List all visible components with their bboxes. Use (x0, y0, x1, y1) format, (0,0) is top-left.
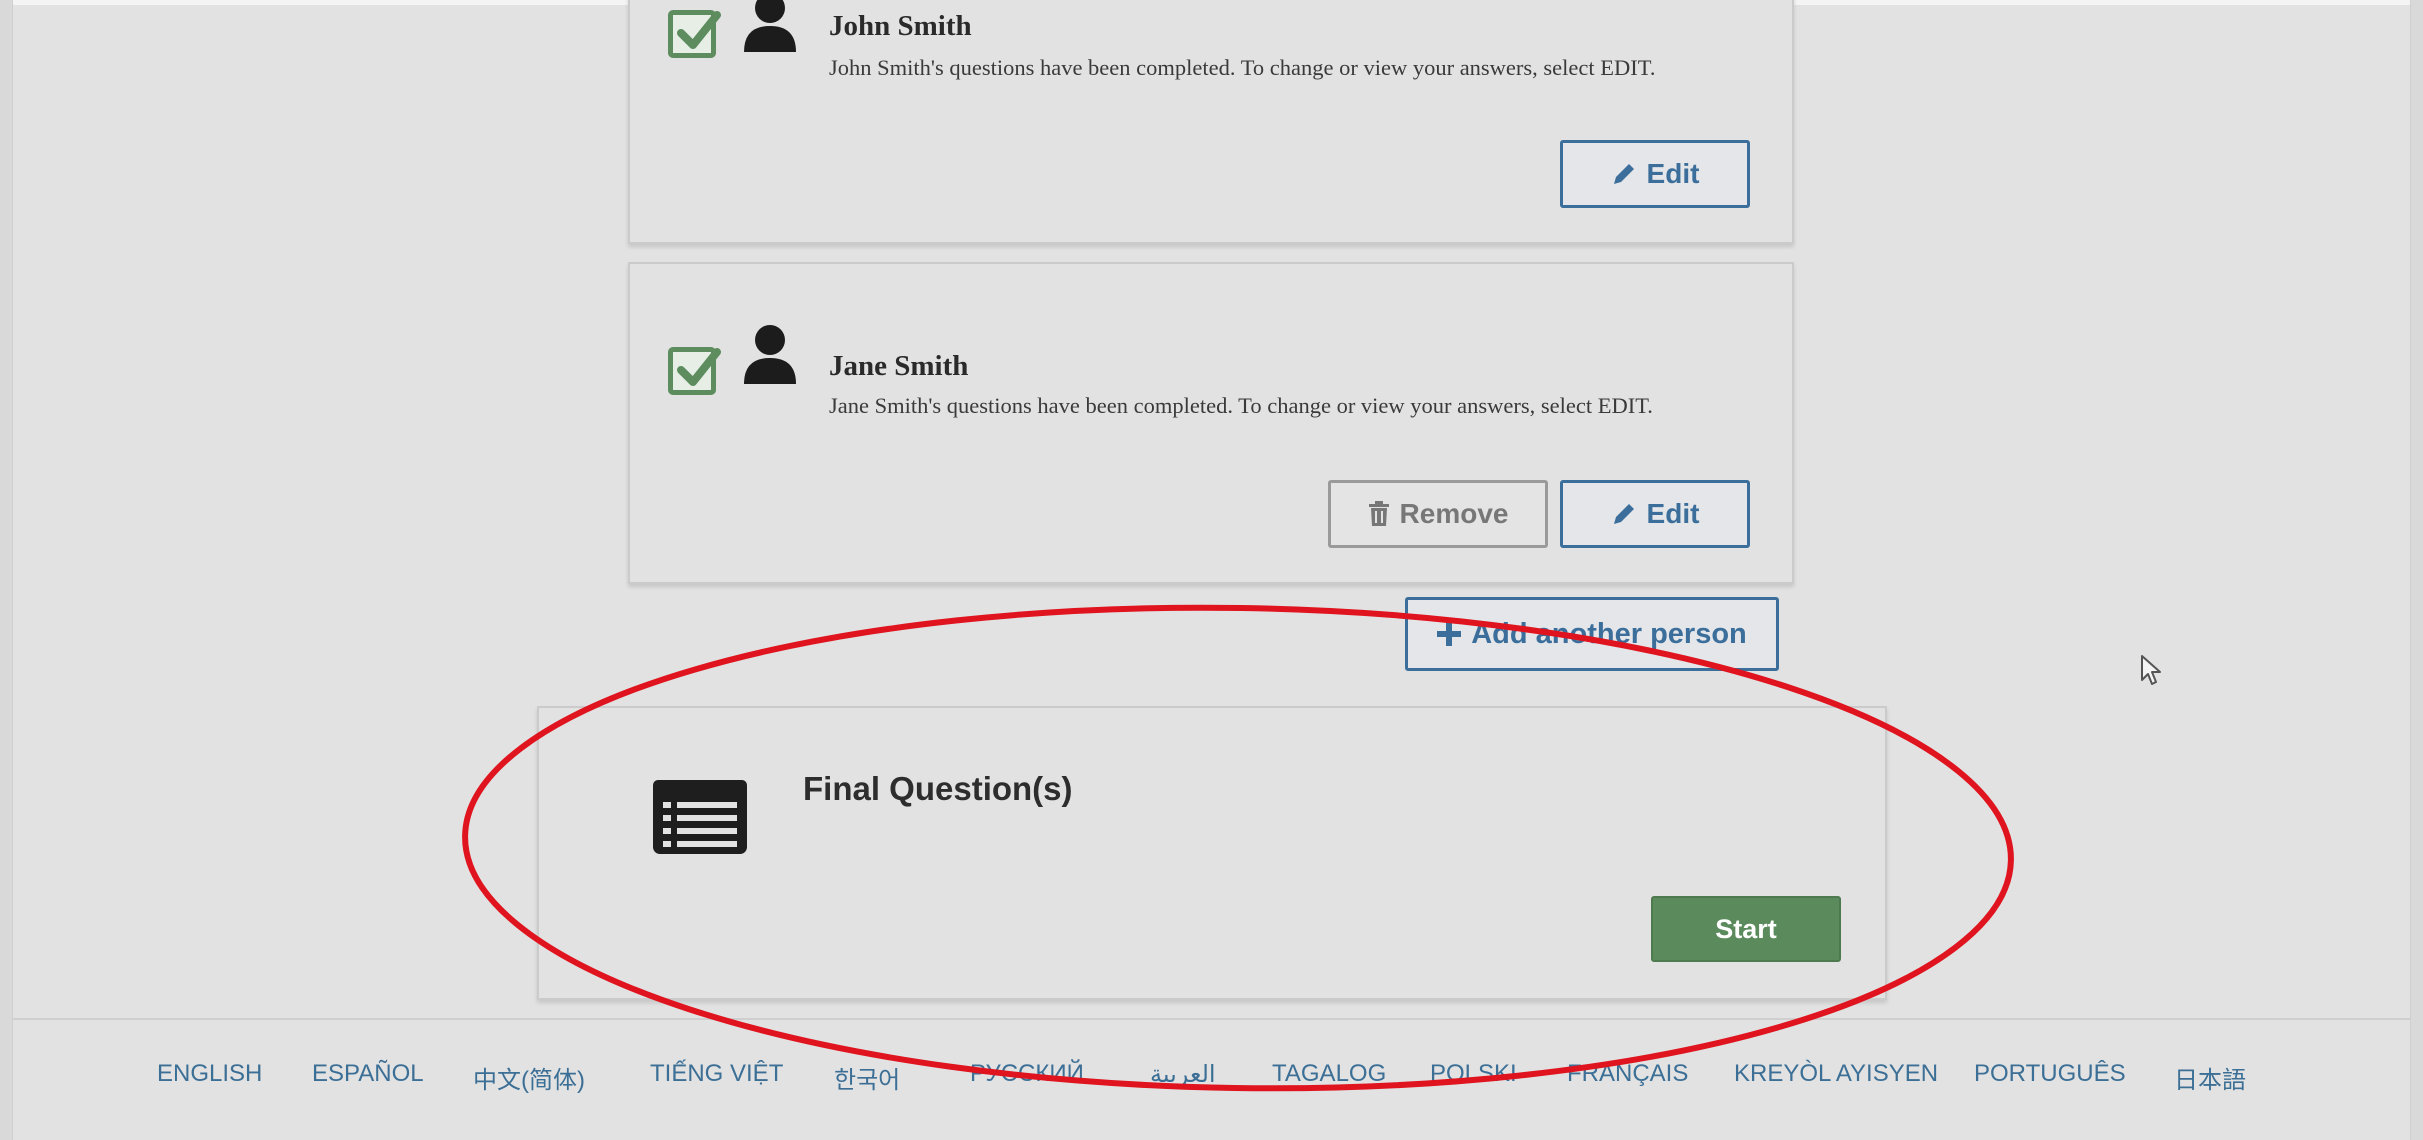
add-another-person-button[interactable]: Add another person (1405, 597, 1779, 671)
language-link-japanese[interactable]: 日本語 (2174, 1060, 2246, 1095)
person-name: John Smith (829, 10, 972, 42)
left-page-gutter (0, 0, 13, 1140)
language-link-russian[interactable]: РУССКИЙ (970, 1060, 1084, 1088)
language-link-francais[interactable]: FRANÇAIS (1567, 1060, 1688, 1088)
person-name: Jane Smith (829, 350, 969, 382)
pencil-icon (1611, 161, 1637, 187)
language-link-tagalog[interactable]: TAGALOG (1272, 1060, 1386, 1088)
language-link-english[interactable]: ENGLISH (157, 1060, 262, 1088)
language-link-portugues[interactable]: PORTUGUÊS (1974, 1060, 2126, 1088)
checkbox-checked-icon (668, 10, 721, 58)
remove-label: Remove (1399, 498, 1509, 529)
edit-label: Edit (1646, 158, 1700, 189)
remove-button[interactable]: Remove (1328, 480, 1548, 548)
trash-icon (1368, 501, 1390, 527)
footer-divider (12, 1018, 2411, 1020)
language-link-polski[interactable]: POLSKI (1430, 1060, 1517, 1088)
start-button[interactable]: Start (1651, 896, 1841, 962)
edit-label: Edit (1646, 498, 1700, 529)
person-status-text: John Smith's questions have been complet… (829, 55, 1656, 80)
list-icon (653, 780, 747, 854)
checkbox-checked-icon (668, 347, 721, 395)
edit-button[interactable]: Edit (1560, 140, 1750, 208)
add-another-person-label: Add another person (1471, 617, 1747, 650)
plus-icon (1437, 622, 1462, 646)
language-link-arabic[interactable]: العربية (1150, 1060, 1216, 1089)
final-questions-card: Final Question(s) Start (537, 706, 1887, 1000)
language-link-kreyol[interactable]: KREYÒL AYISYEN (1734, 1060, 1938, 1088)
person-status-text: Jane Smith's questions have been complet… (829, 393, 1653, 418)
person-card-john-smith: John Smith John Smith's questions have b… (628, 0, 1794, 244)
language-link-chinese[interactable]: 中文(简体) (473, 1060, 585, 1095)
start-label: Start (1715, 913, 1777, 944)
language-link-korean[interactable]: 한국어 (834, 1060, 900, 1095)
person-icon (744, 0, 796, 52)
person-icon (744, 325, 796, 384)
mouse-cursor-icon (2141, 655, 2161, 685)
pencil-icon (1611, 501, 1637, 527)
final-questions-title: Final Question(s) (803, 770, 1073, 807)
person-card-jane-smith: Jane Smith Jane Smith's questions have b… (628, 262, 1794, 584)
language-link-vietnamese[interactable]: TIẾNG VIỆT (650, 1060, 783, 1088)
right-page-gutter (2410, 0, 2423, 1140)
edit-button[interactable]: Edit (1560, 480, 1750, 548)
language-link-espanol[interactable]: ESPAÑOL (312, 1060, 424, 1088)
